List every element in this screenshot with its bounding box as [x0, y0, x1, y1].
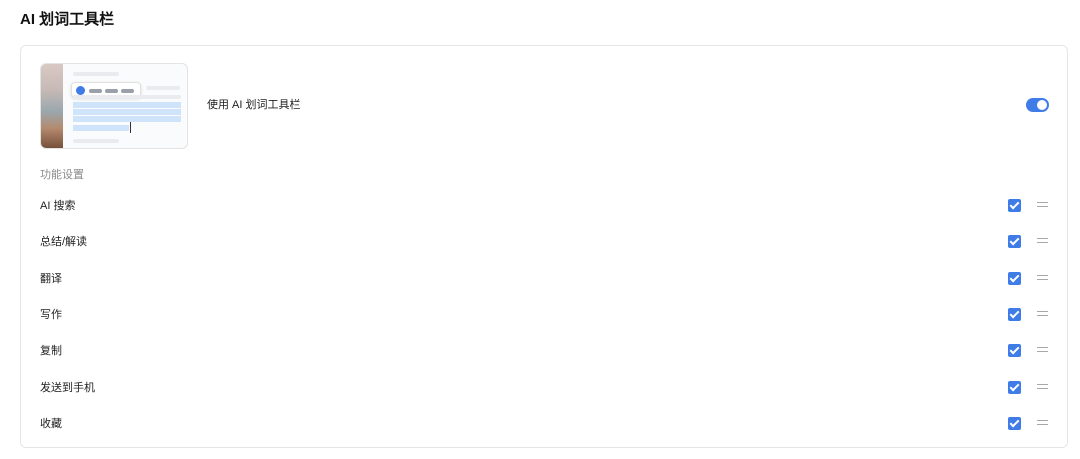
feature-checkbox[interactable]	[1008, 199, 1021, 212]
drag-handle-icon[interactable]	[1037, 238, 1048, 244]
drag-handle-icon[interactable]	[1037, 383, 1048, 390]
feature-checkbox[interactable]	[1008, 416, 1021, 430]
feature-checkbox[interactable]	[1008, 380, 1021, 394]
feature-row: 收藏	[40, 414, 1052, 434]
drag-handle-icon[interactable]	[1037, 202, 1048, 208]
drag-handle-icon[interactable]	[1037, 310, 1048, 317]
switch-knob	[1037, 100, 1047, 110]
feature-row: AI 搜索	[40, 196, 1052, 216]
feature-label: 收藏	[40, 417, 62, 430]
feature-checkbox[interactable]	[1008, 344, 1021, 358]
feature-row: 总结/解读	[40, 232, 1052, 252]
feature-label: 发送到手机	[40, 381, 95, 394]
section-label: 功能设置	[40, 169, 84, 181]
feature-checkbox[interactable]	[1008, 307, 1021, 321]
feature-checkbox[interactable]	[1008, 271, 1021, 285]
feature-checkbox[interactable]	[1008, 235, 1021, 249]
drag-handle-icon[interactable]	[1037, 419, 1048, 426]
toolbar-preview-image	[40, 63, 188, 149]
settings-panel: 使用 AI 划词工具栏 功能设置 AI 搜索总结/解读翻译写作复制发送到手机收藏	[20, 45, 1068, 448]
feature-label: 总结/解读	[40, 236, 88, 249]
toolbar-toggle-switch[interactable]	[1026, 98, 1049, 112]
drag-handle-icon[interactable]	[1037, 347, 1048, 353]
preview-photo	[41, 64, 63, 148]
feature-row: 复制	[40, 341, 1052, 361]
feature-label: 复制	[40, 345, 62, 358]
feature-row: 写作	[40, 305, 1052, 325]
feature-label: 写作	[40, 308, 62, 321]
feature-label: 翻译	[40, 272, 62, 285]
drag-handle-icon[interactable]	[1037, 274, 1048, 281]
page-title: AI 划词工具栏	[20, 11, 115, 28]
feature-row: 翻译	[40, 269, 1052, 289]
feature-row: 发送到手机	[40, 378, 1052, 398]
toolbar-toggle-label: 使用 AI 划词工具栏	[207, 99, 301, 111]
feature-label: AI 搜索	[40, 200, 76, 212]
